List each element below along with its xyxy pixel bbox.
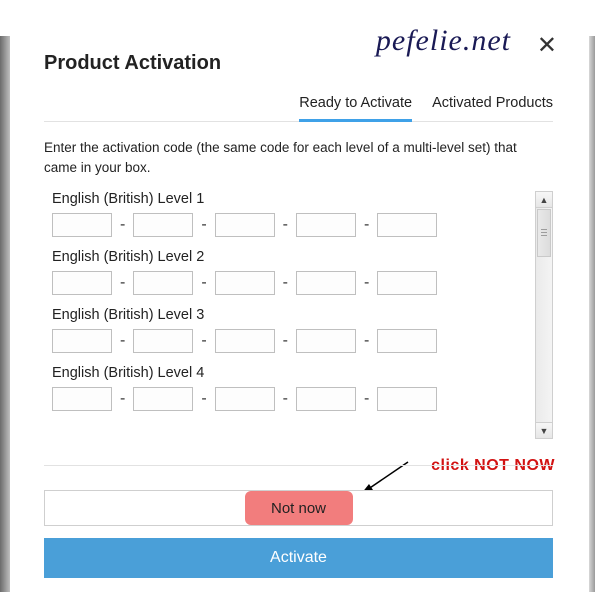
page-title: Product Activation	[44, 52, 221, 75]
tab-ready-to-activate[interactable]: Ready to Activate	[299, 95, 412, 122]
dialog-header: Product Activation ✕ pefelie.net Ready t…	[14, 4, 583, 122]
code-separator: -	[120, 274, 125, 292]
footer-divider	[44, 465, 553, 466]
code-separator: -	[283, 332, 288, 350]
levels-scrollarea: English (British) Level 1 - - - - En	[44, 191, 553, 439]
code-segment-input[interactable]	[133, 387, 193, 411]
code-segment-input[interactable]	[377, 213, 437, 237]
scroll-thumb[interactable]	[537, 209, 551, 257]
code-separator: -	[201, 390, 206, 408]
dialog-body: Enter the activation code (the same code…	[14, 122, 583, 439]
code-segment-input[interactable]	[133, 329, 193, 353]
tab-activated-products[interactable]: Activated Products	[432, 95, 553, 122]
code-separator: -	[364, 216, 369, 234]
code-separator: -	[283, 216, 288, 234]
code-separator: -	[201, 332, 206, 350]
code-segment-input[interactable]	[215, 329, 275, 353]
code-segment-input[interactable]	[296, 271, 356, 295]
close-icon[interactable]: ✕	[537, 34, 557, 58]
scroll-up-icon[interactable]: ▲	[536, 192, 552, 208]
activate-button[interactable]: Activate	[44, 538, 553, 578]
code-segment-input[interactable]	[215, 387, 275, 411]
activation-dialog: Product Activation ✕ pefelie.net Ready t…	[14, 4, 583, 596]
activate-label: Activate	[270, 549, 327, 567]
code-separator: -	[364, 274, 369, 292]
code-separator: -	[201, 274, 206, 292]
tab-bar: Ready to Activate Activated Products	[44, 95, 553, 122]
scroll-down-icon[interactable]: ▼	[536, 422, 552, 438]
code-separator: -	[120, 390, 125, 408]
watermark-text: pefelie.net	[376, 24, 511, 58]
code-separator: -	[120, 332, 125, 350]
code-segment-input[interactable]	[215, 271, 275, 295]
level-label: English (British) Level 2	[52, 249, 535, 265]
code-separator: -	[201, 216, 206, 234]
code-segment-input[interactable]	[52, 213, 112, 237]
code-segment-input[interactable]	[133, 271, 193, 295]
level-row: English (British) Level 2 - - - -	[52, 249, 535, 295]
not-now-label: Not now	[271, 500, 326, 517]
code-segment-input[interactable]	[377, 387, 437, 411]
level-row: English (British) Level 3 - - - -	[52, 307, 535, 353]
code-row: - - - -	[52, 213, 535, 237]
code-segment-input[interactable]	[296, 387, 356, 411]
instructions-text: Enter the activation code (the same code…	[44, 138, 553, 177]
window-shadow-right	[589, 36, 595, 592]
code-separator: -	[364, 332, 369, 350]
code-segment-input[interactable]	[377, 271, 437, 295]
not-now-button[interactable]: Not now	[44, 490, 553, 526]
dialog-footer: Not now Activate	[44, 465, 553, 578]
code-segment-input[interactable]	[133, 213, 193, 237]
code-separator: -	[283, 390, 288, 408]
code-segment-input[interactable]	[377, 329, 437, 353]
level-label: English (British) Level 3	[52, 307, 535, 323]
code-row: - - - -	[52, 387, 535, 411]
code-segment-input[interactable]	[215, 213, 275, 237]
code-separator: -	[364, 390, 369, 408]
code-segment-input[interactable]	[52, 387, 112, 411]
window-shadow-left	[0, 36, 10, 592]
level-row: English (British) Level 4 - - - -	[52, 365, 535, 411]
code-segment-input[interactable]	[296, 329, 356, 353]
code-separator: -	[283, 274, 288, 292]
code-row: - - - -	[52, 271, 535, 295]
level-label: English (British) Level 4	[52, 365, 535, 381]
code-separator: -	[120, 216, 125, 234]
code-row: - - - -	[52, 329, 535, 353]
vertical-scrollbar[interactable]: ▲ ▼	[535, 191, 553, 439]
level-row: English (British) Level 1 - - - -	[52, 191, 535, 237]
code-segment-input[interactable]	[52, 329, 112, 353]
code-segment-input[interactable]	[52, 271, 112, 295]
level-label: English (British) Level 1	[52, 191, 535, 207]
code-segment-input[interactable]	[296, 213, 356, 237]
